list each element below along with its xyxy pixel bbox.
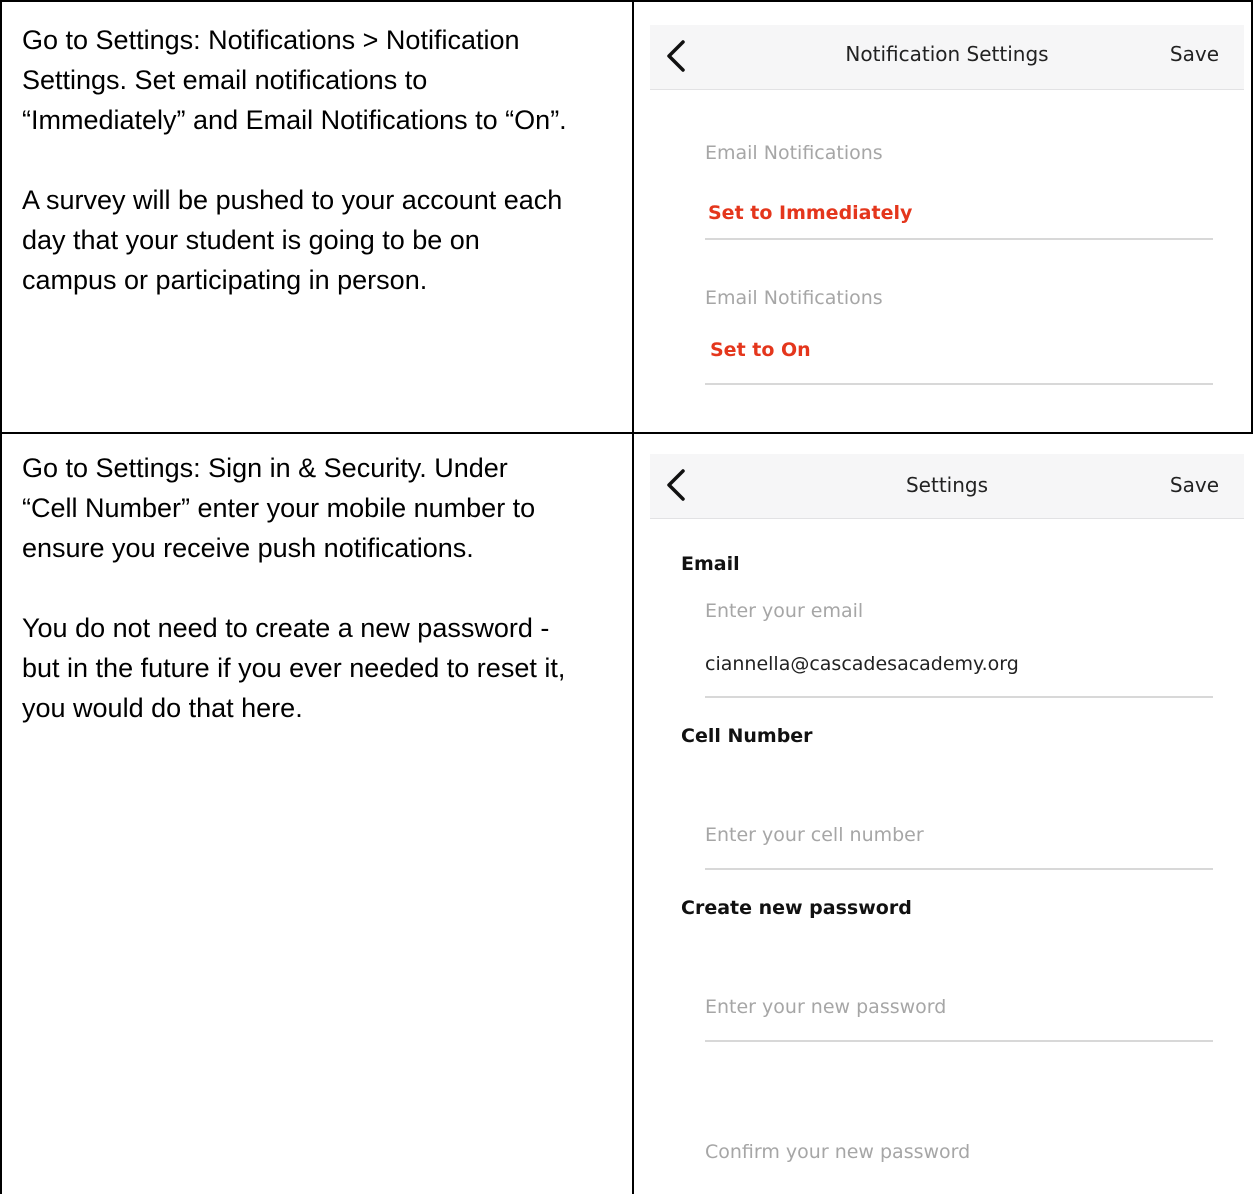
screen-title: Notification Settings: [845, 42, 1049, 66]
field-underline: [705, 383, 1213, 385]
settings-screen: Settings Save Email Enter your email cia…: [650, 454, 1244, 1194]
email-heading: Email: [681, 553, 740, 575]
field-underline: [705, 1040, 1213, 1042]
table-border-top: [0, 0, 1253, 2]
navbar: Settings Save: [650, 454, 1244, 519]
row2-instructions: Go to Settings: Sign in & Security. Unde…: [22, 453, 566, 723]
field-underline: [705, 868, 1213, 870]
table-column-divider: [632, 0, 634, 1194]
email-frequency-select[interactable]: Set to Immediately: [708, 202, 912, 224]
new-password-field[interactable]: Enter your new password: [705, 996, 946, 1018]
table-row-divider: [0, 432, 1253, 434]
navbar: Notification Settings Save: [650, 25, 1244, 90]
cell-number-field[interactable]: Enter your cell number: [705, 824, 924, 846]
email-notifications-select[interactable]: Set to On: [710, 339, 811, 361]
email-notifications-toggle-label: Email Notifications: [705, 287, 883, 309]
screen-title: Settings: [905, 473, 989, 497]
save-button[interactable]: Save: [1170, 42, 1219, 66]
field-underline: [705, 696, 1213, 698]
notification-settings-screen: Notification Settings Save Email Notific…: [650, 25, 1244, 430]
save-button[interactable]: Save: [1170, 473, 1219, 497]
create-password-heading: Create new password: [681, 897, 912, 919]
table-border-left: [0, 0, 2, 1194]
email-field-placeholder[interactable]: Enter your email: [705, 600, 863, 622]
cell-number-heading: Cell Number: [681, 725, 813, 747]
email-notifications-frequency-label: Email Notifications: [705, 142, 883, 164]
email-field[interactable]: ciannella@cascadesacademy.org: [705, 653, 1019, 675]
field-underline: [705, 238, 1213, 240]
confirm-password-field[interactable]: Confirm your new password: [705, 1141, 970, 1163]
instruction-table: Go to Settings: Notifications > Notifica…: [0, 0, 1253, 1194]
row1-instructions: Go to Settings: Notifications > Notifica…: [22, 25, 567, 295]
